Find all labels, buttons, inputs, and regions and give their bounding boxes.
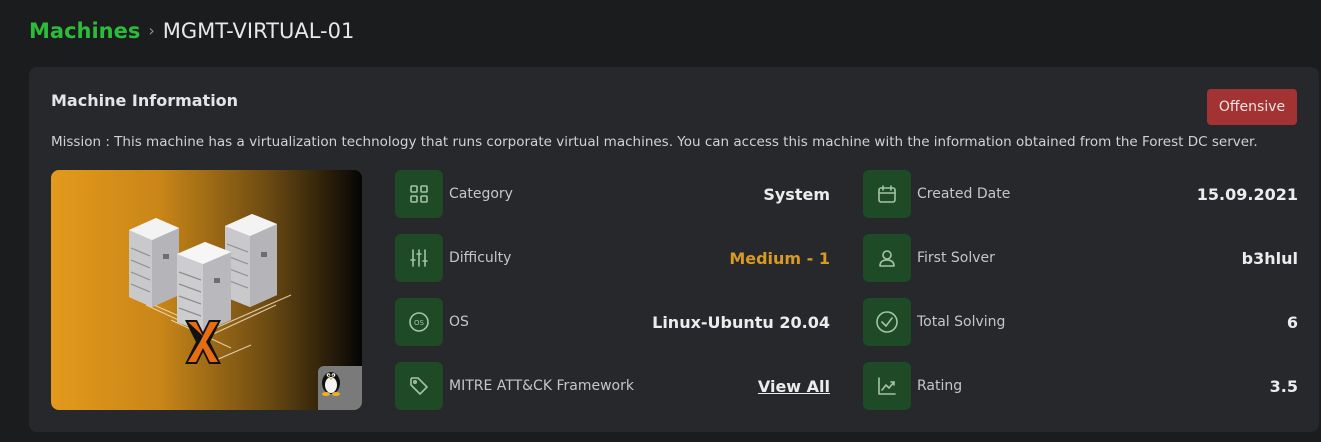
linux-tux-icon — [318, 366, 362, 410]
detail-label: First Solver — [917, 250, 995, 266]
machine-info-card: Machine Information Offensive Mission : … — [29, 67, 1319, 432]
svg-text:OS: OS — [414, 319, 425, 327]
breadcrumb: Machines › MGMT-VIRTUAL-01 — [29, 17, 354, 45]
detail-label: Created Date — [917, 186, 1011, 202]
breadcrumb-machines-link[interactable]: Machines — [29, 17, 140, 45]
detail-value: b3hlul — [1241, 248, 1298, 268]
detail-value: 3.5 — [1269, 376, 1298, 396]
detail-label: Category — [449, 186, 513, 202]
category-badge: Offensive — [1207, 89, 1297, 125]
difficulty-value: Medium - 1 — [729, 248, 830, 268]
detail-value: 6 — [1286, 312, 1298, 332]
detail-label: Total Solving — [917, 314, 1006, 330]
trend-chart-icon — [863, 362, 911, 410]
detail-row-difficulty: Difficulty Medium - 1 — [395, 234, 830, 282]
detail-value: System — [763, 184, 830, 204]
detail-label: Rating — [917, 378, 963, 394]
detail-row-total-solving: Total Solving 6 — [863, 298, 1298, 346]
user-icon — [863, 234, 911, 282]
sliders-icon — [395, 234, 443, 282]
detail-row-mitre: MITRE ATT&CK Framework View All — [395, 362, 830, 410]
detail-value: Linux-Ubuntu 20.04 — [652, 312, 830, 332]
detail-value: 15.09.2021 — [1196, 184, 1298, 204]
detail-row-first-solver: First Solver b3hlul — [863, 234, 1298, 282]
detail-row-os: OS OS Linux-Ubuntu 20.04 — [395, 298, 830, 346]
machine-image — [51, 170, 362, 410]
tag-icon — [395, 362, 443, 410]
check-circle-icon — [863, 298, 911, 346]
detail-row-rating: Rating 3.5 — [863, 362, 1298, 410]
detail-row-category: Category System — [395, 170, 830, 218]
grid-icon — [395, 170, 443, 218]
detail-label: MITRE ATT&CK Framework — [449, 378, 634, 394]
chevron-right-icon: › — [148, 21, 155, 40]
calendar-icon — [863, 170, 911, 218]
detail-row-created-date: Created Date 15.09.2021 — [863, 170, 1298, 218]
mission-text: Mission : This machine has a virtualizat… — [51, 134, 1258, 150]
detail-label: OS — [449, 314, 469, 330]
os-icon: OS — [395, 298, 443, 346]
server-illustration — [129, 214, 292, 364]
detail-label: Difficulty — [449, 250, 512, 266]
page-title: MGMT-VIRTUAL-01 — [162, 19, 355, 43]
view-all-link[interactable]: View All — [758, 377, 830, 396]
card-title: Machine Information — [51, 91, 239, 110]
